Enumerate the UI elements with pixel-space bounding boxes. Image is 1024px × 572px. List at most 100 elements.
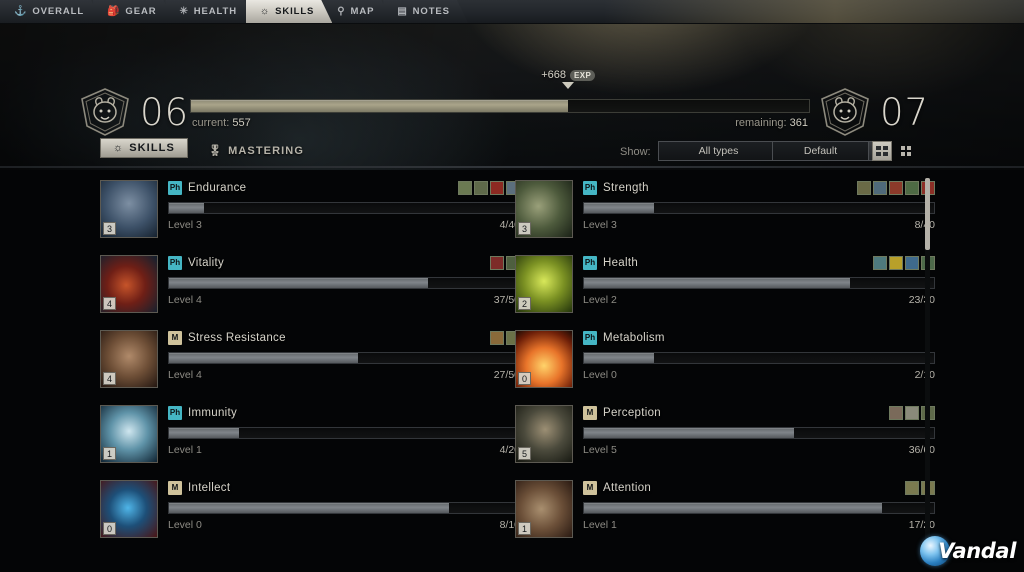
next-level-group: 07 bbox=[818, 86, 929, 138]
tab-health-label: HEALTH bbox=[193, 6, 237, 17]
skill-progress-bar bbox=[583, 427, 935, 439]
book-icon: ▤ bbox=[397, 5, 408, 17]
skill-icon[interactable]: 4 bbox=[100, 330, 158, 388]
skill-name: Attention bbox=[603, 482, 652, 494]
subtab-mastering-label: MASTERING bbox=[228, 144, 304, 157]
perk-icon[interactable] bbox=[905, 181, 919, 195]
skill-level-badge: 3 bbox=[103, 222, 116, 235]
subtab-mastering[interactable]: 🎖 MASTERING bbox=[196, 141, 316, 160]
skill-row[interactable]: 0 Ph Metabolism Level 0 2/10 bbox=[515, 320, 935, 395]
skill-level-label: Level 5 bbox=[583, 444, 617, 456]
current-exp-value: 557 bbox=[232, 117, 251, 129]
skill-icon[interactable]: 1 bbox=[515, 480, 573, 538]
tab-map[interactable]: ⚲ MAP bbox=[323, 0, 392, 23]
view-mode-list-button[interactable] bbox=[872, 141, 892, 161]
skill-footer: Level 0 2/10 bbox=[583, 369, 935, 381]
skill-icon[interactable]: 3 bbox=[515, 180, 573, 238]
skill-icon[interactable]: 5 bbox=[515, 405, 573, 463]
skill-row[interactable]: 1 M Attention Level 1 17/20 bbox=[515, 470, 935, 545]
skill-row[interactable]: 0 M Intellect Level 0 8/10 bbox=[100, 470, 520, 545]
skill-row[interactable]: 1 Ph Immunity Level 1 4/20 bbox=[100, 395, 520, 470]
skill-icon[interactable]: 0 bbox=[515, 330, 573, 388]
skill-body: Ph Vitality Level 4 37/50 bbox=[168, 255, 520, 306]
current-exp-readout: current: 557 bbox=[192, 117, 251, 129]
skill-footer: Level 3 8/40 bbox=[583, 219, 935, 231]
tab-gear-label: GEAR bbox=[125, 6, 157, 17]
skill-level-badge: 5 bbox=[518, 447, 531, 460]
pin-icon: ⚲ bbox=[337, 5, 346, 17]
tab-skills-label: SKILLS bbox=[275, 6, 315, 17]
tab-gear[interactable]: 🎒 GEAR bbox=[93, 0, 174, 23]
skill-progress-fill bbox=[169, 353, 358, 363]
perk-icon[interactable] bbox=[873, 256, 887, 270]
skill-level-label: Level 2 bbox=[583, 294, 617, 306]
scrollbar-thumb[interactable] bbox=[925, 178, 930, 250]
perk-icon[interactable] bbox=[889, 181, 903, 195]
perk-icon[interactable] bbox=[458, 181, 472, 195]
tab-skills[interactable]: ☼ SKILLS bbox=[246, 0, 332, 23]
bear-emblem-icon bbox=[78, 86, 132, 138]
perk-icon[interactable] bbox=[905, 256, 919, 270]
scrollbar-track[interactable] bbox=[925, 178, 930, 563]
skill-type-tag: M bbox=[583, 481, 597, 495]
skill-name: Endurance bbox=[188, 182, 247, 194]
perk-icon[interactable] bbox=[905, 481, 919, 495]
skill-icon[interactable]: 2 bbox=[515, 255, 573, 313]
tab-health[interactable]: ✳ HEALTH bbox=[165, 0, 255, 23]
skill-progress-fill bbox=[584, 428, 794, 438]
skill-progress-value: 17/20 bbox=[908, 519, 935, 531]
skill-footer: Level 0 8/10 bbox=[168, 519, 520, 531]
skill-progress-fill bbox=[169, 428, 239, 438]
perk-icon[interactable] bbox=[873, 181, 887, 195]
perk-icon[interactable] bbox=[490, 256, 504, 270]
skill-type-tag: Ph bbox=[583, 256, 597, 270]
perk-icon[interactable] bbox=[889, 406, 903, 420]
skill-row[interactable]: 5 M Perception Level 5 36/60 bbox=[515, 395, 935, 470]
perk-icon[interactable] bbox=[857, 181, 871, 195]
tab-overall[interactable]: ⚓ OVERALL bbox=[0, 0, 102, 23]
skill-progress-fill bbox=[584, 203, 654, 213]
bear-emblem-next-icon bbox=[818, 86, 872, 138]
current-level-number: 06 bbox=[140, 90, 190, 134]
skill-type-tag: M bbox=[168, 481, 182, 495]
subtab-skills[interactable]: ☼ SKILLS bbox=[100, 138, 188, 158]
skill-icon[interactable]: 4 bbox=[100, 255, 158, 313]
tab-map-label: MAP bbox=[350, 6, 375, 17]
skill-progress-fill bbox=[584, 353, 654, 363]
sun-icon-small: ☼ bbox=[113, 142, 125, 154]
skill-row[interactable]: 3 Ph Endurance Level 3 4/40 bbox=[100, 170, 520, 245]
skill-row[interactable]: 2 Ph Health Level 2 23/30 bbox=[515, 245, 935, 320]
skill-name: Immunity bbox=[188, 407, 238, 419]
skill-level-label: Level 3 bbox=[583, 219, 617, 231]
skill-row[interactable]: 4 Ph Vitality Level 4 37/50 bbox=[100, 245, 520, 320]
skill-icon[interactable]: 3 bbox=[100, 180, 158, 238]
skill-body: Ph Endurance Level 3 4/40 bbox=[168, 180, 520, 231]
experience-bar-fill bbox=[191, 100, 568, 112]
perk-icon[interactable] bbox=[490, 331, 504, 345]
skill-type-tag: Ph bbox=[168, 256, 182, 270]
skill-name: Stress Resistance bbox=[188, 332, 286, 344]
skill-level-badge: 0 bbox=[103, 522, 116, 535]
perk-icon[interactable] bbox=[490, 181, 504, 195]
skill-progress-fill bbox=[584, 503, 882, 513]
view-mode-grid-button[interactable] bbox=[896, 141, 916, 161]
skill-icon[interactable]: 1 bbox=[100, 405, 158, 463]
skill-body: M Perception Level 5 36/60 bbox=[583, 405, 935, 456]
next-level-number: 07 bbox=[880, 90, 930, 134]
skill-type-tag: Ph bbox=[583, 331, 597, 345]
skill-icon[interactable]: 0 bbox=[100, 480, 158, 538]
section-divider bbox=[0, 166, 1024, 168]
perk-icon[interactable] bbox=[889, 256, 903, 270]
skill-row[interactable]: 3 Ph Strength Level 3 8/40 bbox=[515, 170, 935, 245]
skill-progress-bar bbox=[168, 202, 520, 214]
skill-row[interactable]: 4 M Stress Resistance Level 4 27/50 bbox=[100, 320, 520, 395]
perk-icon[interactable] bbox=[474, 181, 488, 195]
skill-level-label: Level 1 bbox=[583, 519, 617, 531]
skills-list: 3 Ph Endurance Level 3 4/40 4 Ph Vitalit… bbox=[0, 170, 1024, 572]
filter-sort-dropdown[interactable]: Default ▼ bbox=[772, 141, 884, 161]
tab-notes[interactable]: ▤ NOTES bbox=[383, 0, 468, 23]
skill-level-label: Level 0 bbox=[583, 369, 617, 381]
marker-arrow-icon bbox=[562, 82, 575, 89]
skill-type-tag: M bbox=[168, 331, 182, 345]
perk-icon[interactable] bbox=[905, 406, 919, 420]
